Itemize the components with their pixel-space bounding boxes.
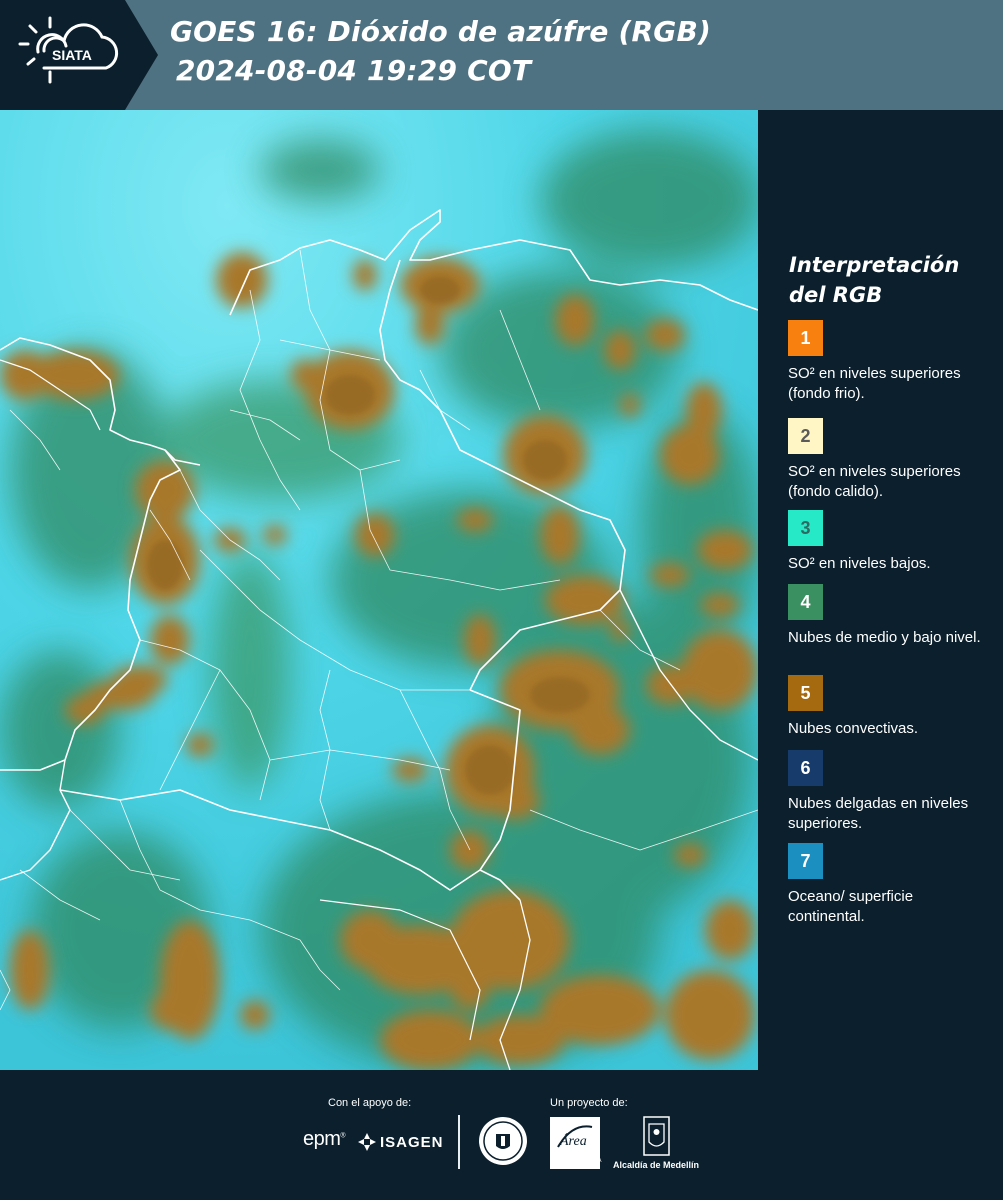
epm-logo[interactable]: epm®: [303, 1128, 346, 1151]
epm-logo-text: epm: [303, 1128, 341, 1150]
legend-item-6: 6 Nubes delgadas en niveles superiores.: [788, 750, 988, 834]
siata-logo-block: SIATA: [0, 0, 158, 110]
isagen-logo[interactable]: ISAGEN: [358, 1130, 444, 1154]
legend-panel: Interpretación del RGB 1 SO² en niveles s…: [758, 110, 1003, 1070]
satellite-map[interactable]: [0, 110, 758, 1070]
legend-swatch: 1: [788, 320, 823, 356]
area-logo-subtext: METROPOLITANA Valle de Aburrá: [550, 1158, 602, 1171]
area-logo-mark: Área: [557, 1125, 593, 1149]
area-logo-text: Área: [559, 1132, 587, 1149]
legend-swatch: 2: [788, 418, 823, 454]
legend-swatch: 5: [788, 675, 823, 711]
legend-item-7: 7 Oceano/ superficie continental.: [788, 843, 988, 927]
legend-swatch: 6: [788, 750, 823, 786]
legend-label: Nubes delgadas en niveles superiores.: [788, 795, 969, 832]
isagen-logo-text: ISAGEN: [380, 1133, 444, 1151]
page-title: GOES 16: Dióxido de azúfre (RGB): [170, 15, 712, 48]
siata-logo-text: SIATA: [52, 47, 92, 63]
legend-label: SO² en niveles superiores (fondo calido)…: [788, 463, 961, 500]
legend-swatch: 3: [788, 510, 823, 546]
page-timestamp: 2024-08-04 19:29 COT: [176, 54, 532, 87]
legend-item-4: 4 Nubes de medio y bajo nivel.: [788, 584, 988, 648]
legend-item-5: 5 Nubes convectivas.: [788, 675, 988, 739]
project-label: Un proyecto de:: [550, 1097, 628, 1109]
alcaldia-logo-text: Alcaldía de Medellín: [613, 1160, 700, 1170]
header: SIATA GOES 16: Dióxido de azúfre (RGB) 2…: [0, 0, 1003, 110]
isagen-mark-icon: [358, 1133, 376, 1151]
legend-label: SO² en niveles bajos.: [788, 555, 931, 572]
legend-label: Nubes de medio y bajo nivel.: [788, 629, 981, 646]
support-label: Con el apoyo de:: [328, 1097, 412, 1109]
legend-swatch: 4: [788, 584, 823, 620]
legend-title: Interpretación del RGB: [789, 253, 960, 307]
alcaldia-shield-icon[interactable]: [643, 1116, 670, 1156]
legend-item-1: 1 SO² en niveles superiores (fondo frio).: [788, 320, 988, 404]
legend-label: SO² en niveles superiores (fondo frio).: [788, 365, 961, 402]
legend-swatch: 7: [788, 843, 823, 879]
legend-label: Nubes convectivas.: [788, 720, 919, 737]
legend-item-3: 3 SO² en niveles bajos.: [788, 510, 988, 574]
medellin-seal-icon[interactable]: [478, 1116, 528, 1166]
footer-divider: [458, 1115, 460, 1169]
siata-logo[interactable]: SIATA: [14, 14, 126, 94]
legend-item-2: 2 SO² en niveles superiores (fondo calido…: [788, 418, 988, 502]
legend-label: Oceano/ superficie continental.: [788, 888, 914, 925]
footer: Con el apoyo de: Un proyecto de: epm® IS…: [0, 1070, 1003, 1200]
satellite-map-svg: [0, 110, 758, 1070]
